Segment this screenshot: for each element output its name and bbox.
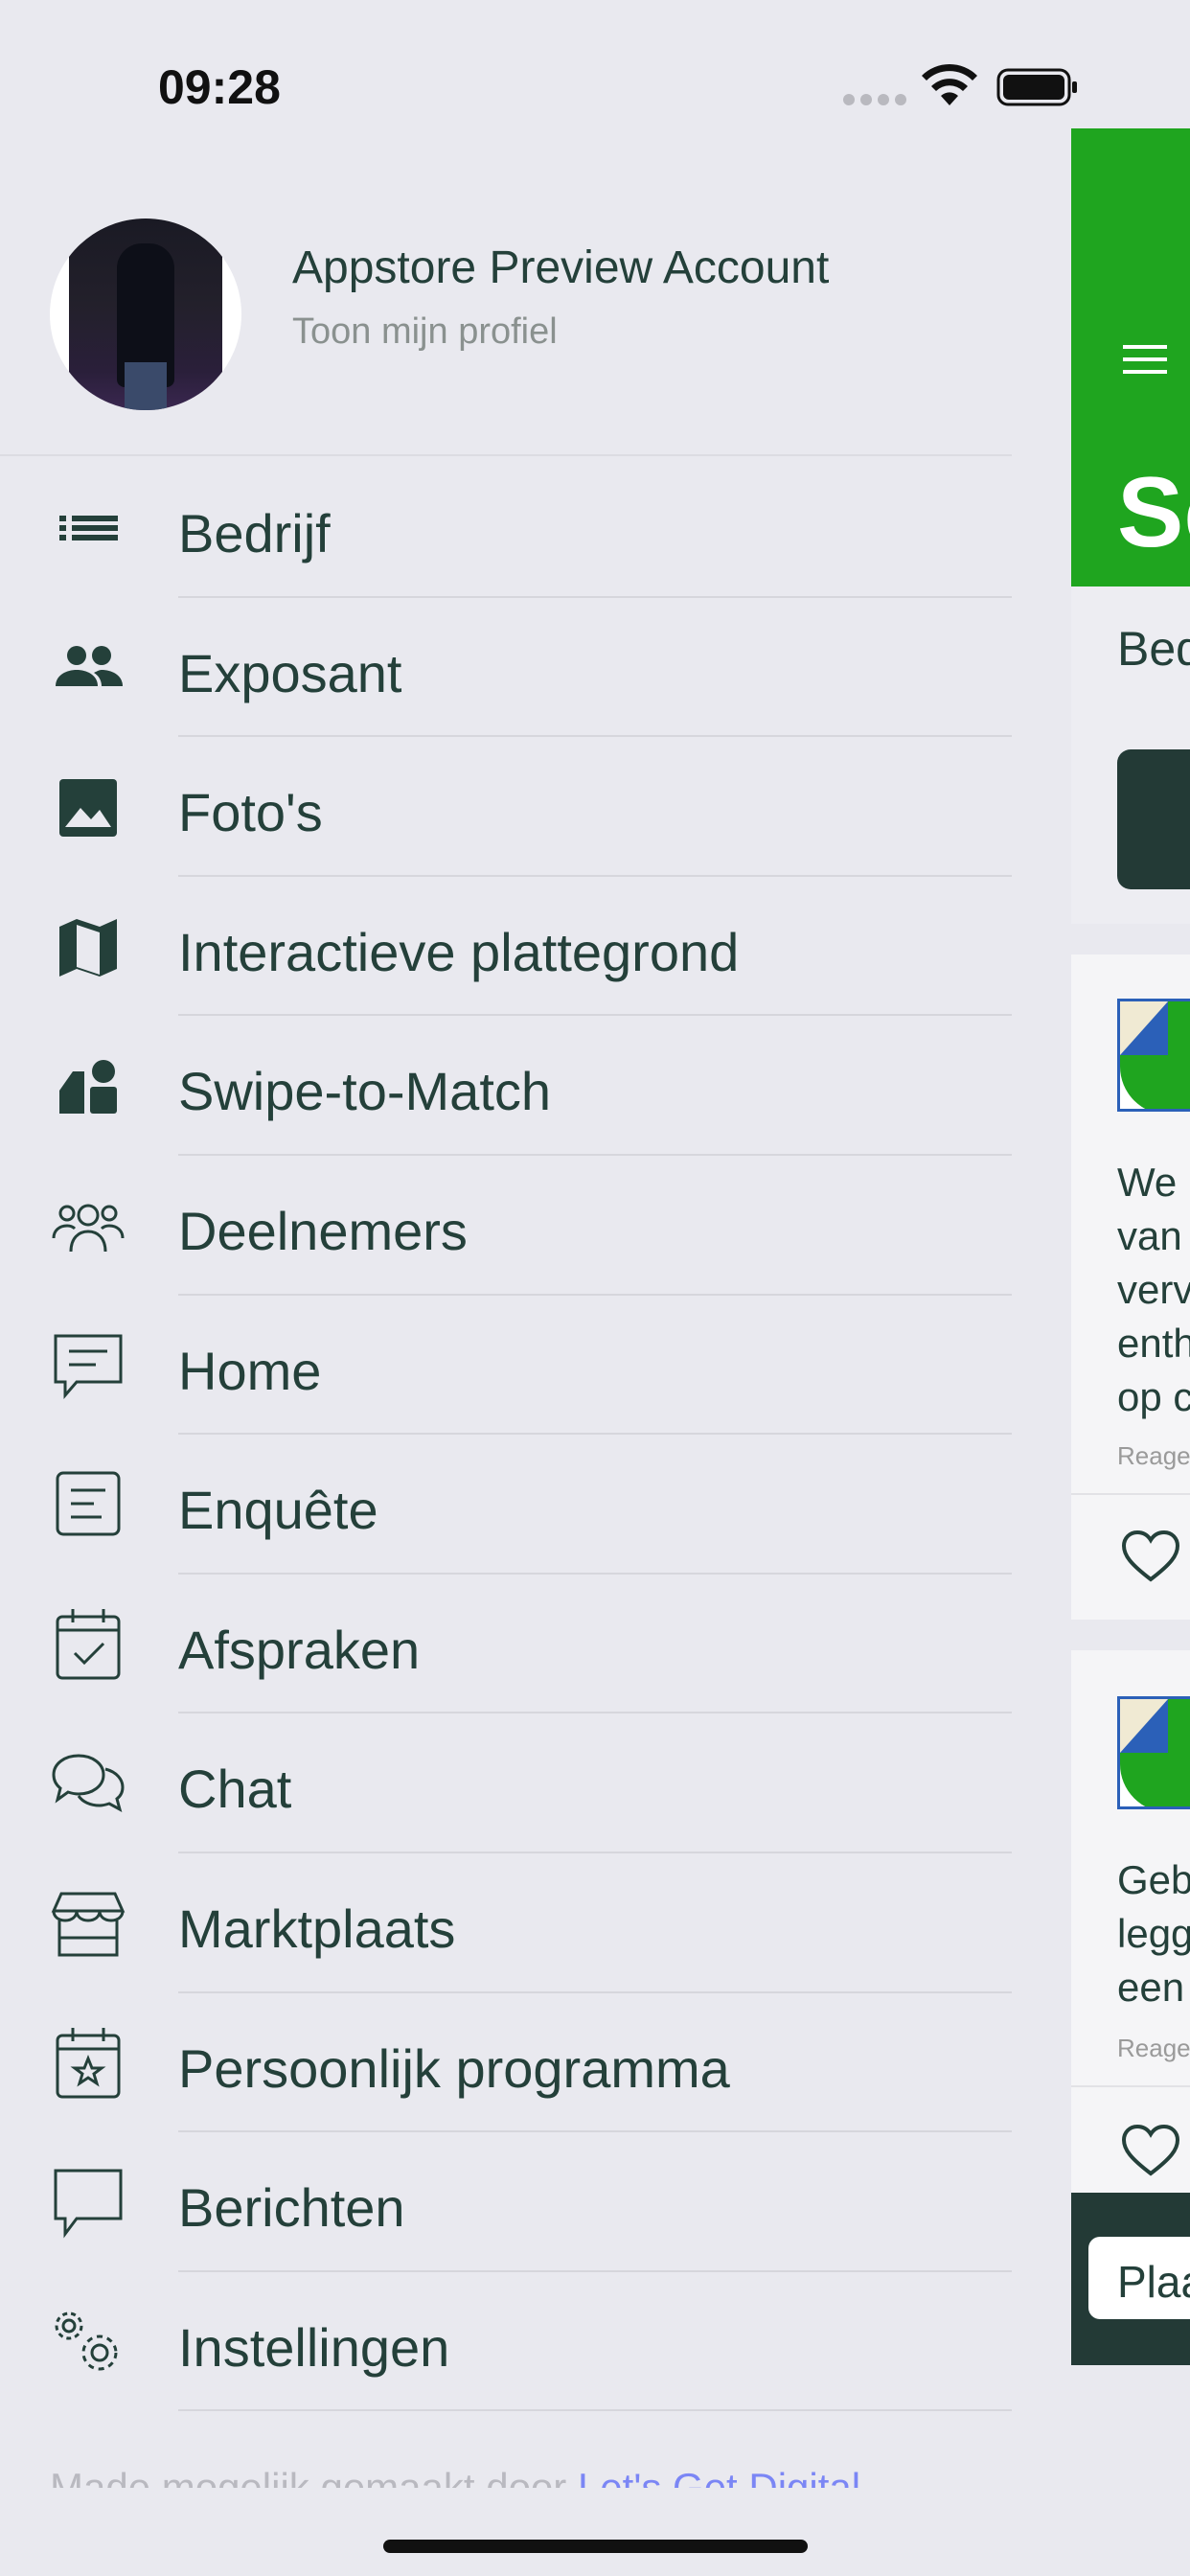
document-icon <box>48 1467 128 1542</box>
menu-item-berichten[interactable]: Berichten <box>0 2132 1012 2272</box>
post-text: van <box>1117 1213 1182 1258</box>
background-screen[interactable]: Se Bed We van verv enth op c Reage Geb l… <box>1071 0 1190 2576</box>
avatar[interactable] <box>50 218 241 410</box>
card-divider <box>1071 1493 1190 1495</box>
message-icon <box>48 2165 128 2240</box>
post-text: verv <box>1117 1267 1190 1312</box>
menu-item-label: Home <box>178 1340 322 1401</box>
heart-icon[interactable] <box>1121 1530 1180 1583</box>
storefront-icon <box>48 1886 128 1961</box>
map-icon <box>48 909 128 984</box>
menu-item-bedrijf[interactable]: Bedrijf <box>0 458 1012 598</box>
menu-item-swipe-to-match[interactable]: Swipe-to-Match <box>0 1016 1012 1156</box>
post-text: legg <box>1117 1911 1190 1956</box>
footer-text: Made mogelijk gemaakt door <box>50 2465 578 2488</box>
menu-item-plattegrond[interactable]: Interactieve plattegrond <box>0 877 1012 1017</box>
footer-credit: Made mogelijk gemaakt door Let's Get Dig… <box>50 2459 860 2488</box>
menu-item-label: Persoonlijk programma <box>178 2037 730 2099</box>
post-text: enth <box>1117 1321 1190 1366</box>
list-icon <box>48 491 128 565</box>
post-text: een <box>1117 1965 1185 2010</box>
chat-bubbles-icon <box>48 1746 128 1821</box>
calendar-check-icon <box>48 1607 128 1682</box>
menu-item-deelnemers[interactable]: Deelnemers <box>0 1156 1012 1296</box>
menu-item-label: Exposant <box>178 642 402 703</box>
menu-item-label: Foto's <box>178 782 323 843</box>
post-button[interactable]: Plaa <box>1088 2237 1190 2319</box>
menu-item-chat[interactable]: Chat <box>0 1714 1012 1853</box>
menu-item-persoonlijk-programma[interactable]: Persoonlijk programma <box>0 1993 1012 2133</box>
post-text: Geb <box>1117 1857 1190 1902</box>
post-text: op c <box>1117 1374 1190 1419</box>
shapes-icon <box>48 1048 128 1123</box>
calendar-star-icon <box>48 2026 128 2101</box>
menu-item-label: Swipe-to-Match <box>178 1061 552 1122</box>
menu-item-instellingen[interactable]: Instellingen <box>0 2272 1012 2412</box>
company-logo <box>1117 1696 1190 1809</box>
menu-item-afspraken[interactable]: Afspraken <box>0 1575 1012 1714</box>
image-icon <box>48 770 128 844</box>
hamburger-menu-icon[interactable] <box>1123 343 1167 376</box>
divider <box>0 454 1012 456</box>
post-meta: Reage <box>1117 2034 1190 2062</box>
menu-item-label: Marktplaats <box>178 1898 456 1959</box>
profile-name: Appstore Preview Account <box>292 242 830 293</box>
background-title: Se <box>1117 457 1190 568</box>
menu-item-label: Berichten <box>178 2177 405 2239</box>
people-icon <box>48 631 128 705</box>
background-tab[interactable]: Bed <box>1117 621 1190 677</box>
message-square-icon <box>48 1328 128 1403</box>
card-divider <box>1071 2085 1190 2087</box>
company-logo <box>1117 999 1190 1112</box>
settings-gears-icon <box>48 2305 128 2380</box>
menu-item-enquete[interactable]: Enquête <box>0 1435 1012 1575</box>
background-action-button[interactable] <box>1117 749 1190 889</box>
footer-link[interactable]: Let's Get Digital <box>578 2465 860 2488</box>
menu-item-label: Enquête <box>178 1480 378 1541</box>
menu-item-exposant[interactable]: Exposant <box>0 598 1012 738</box>
menu-item-fotos[interactable]: Foto's <box>0 737 1012 877</box>
participants-icon <box>48 1188 128 1263</box>
view-profile-link[interactable]: Toon mijn profiel <box>292 311 558 353</box>
drawer-menu: Bedrijf Exposant Foto's Interactieve pla… <box>0 458 1012 2412</box>
post-meta: Reage <box>1117 1441 1190 1470</box>
home-indicator[interactable] <box>383 2540 808 2553</box>
profile-header[interactable]: Appstore Preview Account Toon mijn profi… <box>0 192 1012 456</box>
menu-item-home[interactable]: Home <box>0 1296 1012 1436</box>
menu-item-marktplaats[interactable]: Marktplaats <box>0 1853 1012 1993</box>
navigation-drawer: Appstore Preview Account Toon mijn profi… <box>0 0 1071 2576</box>
post-text: We <box>1117 1160 1178 1205</box>
heart-icon[interactable] <box>1121 2124 1180 2177</box>
menu-item-label: Chat <box>178 1759 292 1820</box>
menu-item-label: Interactieve plattegrond <box>178 921 740 982</box>
menu-item-label: Instellingen <box>178 2316 450 2378</box>
menu-item-label: Deelnemers <box>178 1200 468 1261</box>
menu-item-label: Afspraken <box>178 1619 421 1680</box>
menu-item-label: Bedrijf <box>178 503 331 564</box>
